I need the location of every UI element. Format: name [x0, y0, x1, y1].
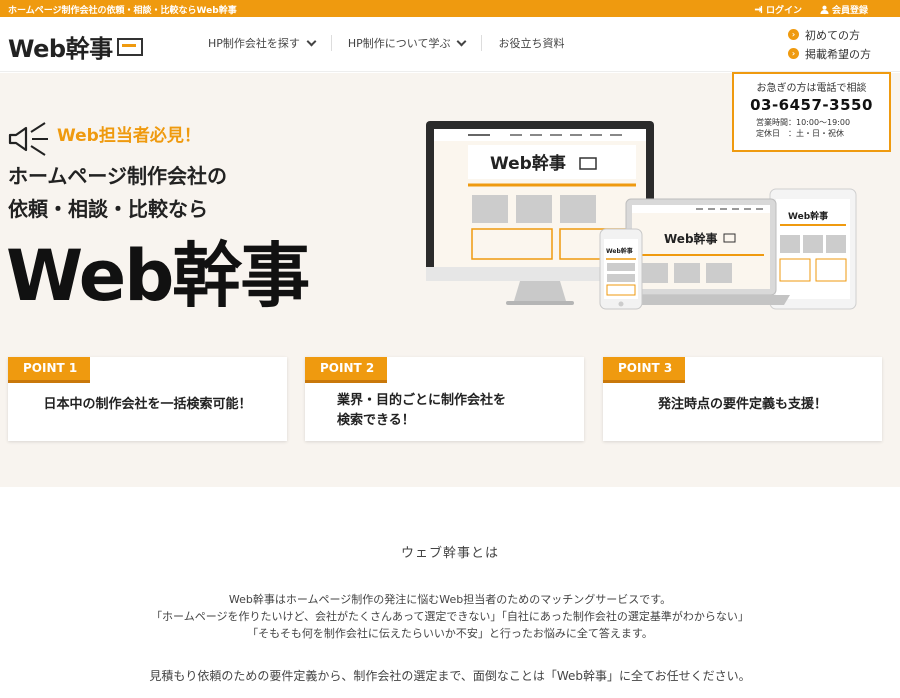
phone-number[interactable]: 03-6457-3550 [734, 96, 889, 114]
site-header: Web幹事 HP制作会社を探す HP制作について学ぶ お役立ち資料 › 初めての… [0, 17, 900, 72]
logo-text: Web幹事 [8, 35, 113, 63]
main-nav: HP制作会社を探す HP制作について学ぶ お役立ち資料 [192, 35, 580, 51]
nav-find-companies-label: HP制作会社を探す [208, 37, 300, 50]
point-text-2-line2: 検索できる！ [337, 413, 415, 428]
user-icon [820, 5, 829, 14]
point-text-3: 発注時点の要件定義も支援！ [657, 397, 827, 412]
point-text-2-line1: 業界・目的ごとに制作会社を [337, 393, 507, 408]
point-card-1: POINT 1 日本中の制作会社を一括検索可能！ [8, 357, 287, 441]
side-links: › 初めての方 › 掲載希望の方 [788, 25, 871, 63]
register-link[interactable]: 会員登録 [820, 3, 868, 16]
register-label: 会員登録 [831, 6, 868, 16]
nav-learn[interactable]: HP制作について学ぶ [332, 35, 482, 51]
hero-lead-line1: ホームページ制作会社の [8, 164, 227, 188]
holidays: 定休日 ：土・日・祝休 [756, 129, 844, 138]
hero-lead-line2: 依頼・相談・比較なら [8, 197, 208, 221]
megaphone-icon [8, 122, 48, 156]
point-badge-1: POINT 1 [8, 357, 90, 383]
phone-label: お急ぎの方は電話で相談 [756, 83, 867, 94]
chevron-down-icon [457, 36, 467, 46]
login-icon [754, 5, 763, 14]
login-link[interactable]: ログイン [754, 3, 802, 16]
about-line-3: 「そもそも何を制作会社に伝えたらいいか不安」と行ったお悩みに全て答えます。 [247, 627, 653, 640]
about-footer: 見積もり依頼のための要件定義から、制作会社の選定まで、面倒なことは「Web幹事」… [149, 669, 751, 683]
first-time-label: 初めての方 [805, 28, 860, 42]
mock-brand-phone: Web幹事 [606, 247, 633, 255]
top-bar: ホームページ制作会社の依頼・相談・比較ならWeb幹事 ログイン 会員登録 [0, 0, 900, 17]
point-badge-2: POINT 2 [305, 357, 387, 383]
monitor-icon [116, 37, 143, 56]
hero-catch: Web担当者必見！ [57, 126, 201, 146]
point-text-1: 日本中の制作会社を一括検索可能！ [43, 397, 252, 412]
listing-link[interactable]: › 掲載希望の方 [788, 44, 871, 63]
login-label: ログイン [765, 6, 802, 16]
point-card-3: POINT 3 発注時点の要件定義も支援！ [603, 357, 882, 441]
point-badge-3: POINT 3 [603, 357, 685, 383]
nav-learn-label: HP制作について学ぶ [347, 37, 451, 50]
phone-consult-box[interactable]: お急ぎの方は電話で相談 03-6457-3550 営業時間：10:00〜19:0… [732, 72, 891, 152]
arrow-right-icon: › [788, 29, 799, 40]
listing-label: 掲載希望の方 [805, 47, 871, 61]
site-logo[interactable]: Web幹事 [8, 29, 143, 64]
nav-resources-label: お役立ち資料 [498, 37, 565, 50]
mock-brand-tablet: Web幹事 [788, 210, 828, 222]
about-body: Web幹事はホームページ制作の発注に悩むWeb担当者のためのマッチングサービスで… [0, 591, 900, 642]
site-tagline: ホームページ制作会社の依頼・相談・比較ならWeb幹事 [8, 6, 237, 16]
hero-brand: Web幹事 [6, 235, 310, 317]
point-card-2: POINT 2 業界・目的ごとに制作会社を 検索できる！ [305, 357, 584, 441]
mock-brand-laptop: Web幹事 [664, 231, 718, 246]
business-hours: 営業時間：10:00〜19:00 [756, 118, 851, 127]
nav-resources[interactable]: お役立ち資料 [482, 35, 580, 51]
about-line-1: Web幹事はホームページ制作の発注に悩むWeb担当者のためのマッチングサービスで… [228, 593, 672, 606]
arrow-right-icon: › [788, 48, 799, 59]
chevron-down-icon [306, 36, 317, 46]
mock-brand-desktop: Web幹事 [490, 153, 566, 174]
about-title: ウェブ幹事とは [400, 546, 499, 561]
point-text-2: 業界・目的ごとに制作会社を 検索できる！ [305, 391, 584, 431]
first-time-link[interactable]: › 初めての方 [788, 25, 871, 44]
about-line-2: 「ホームページを作りたいけど、会社がたくさんあって選定できない」「自社にあった制… [151, 610, 749, 623]
nav-find-companies[interactable]: HP制作会社を探す [192, 35, 331, 51]
